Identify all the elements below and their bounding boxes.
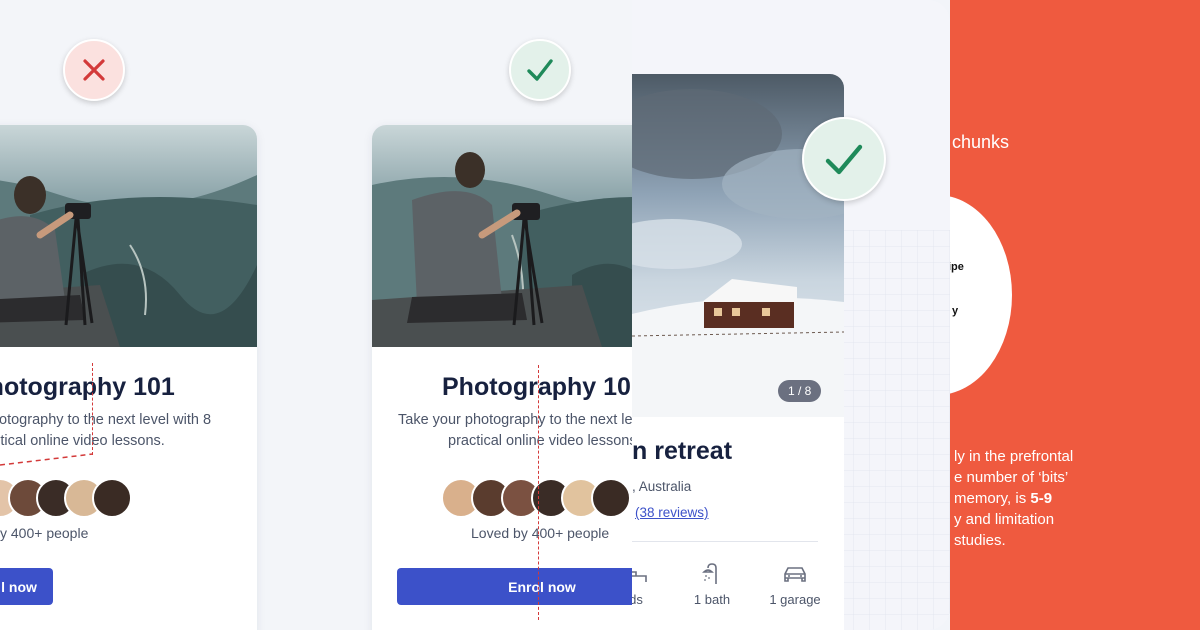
loved-by-text: Loved by 400+ people: [471, 525, 610, 541]
enrol-button[interactable]: l now: [0, 568, 53, 605]
comparison-panel: Photography 101 ur photography to the ne…: [0, 0, 632, 630]
amenity-label: 1 bath: [693, 592, 731, 607]
course-photo: [0, 125, 257, 347]
memory-highlight: 5-9: [1030, 490, 1053, 507]
listing-location: , Australia: [632, 479, 692, 494]
grid-background: [837, 230, 950, 630]
check-icon: [527, 59, 553, 81]
photo-counter: 1 / 8: [778, 380, 822, 402]
avatar: [92, 478, 132, 518]
amenity-garage: 1 garage: [762, 562, 828, 607]
listing-title: n retreat: [632, 437, 733, 465]
divider: [632, 541, 818, 542]
incorrect-badge: [63, 39, 125, 101]
avatar-group: [0, 478, 150, 518]
correct-badge: [802, 117, 886, 201]
amenity-label: 1 garage: [769, 592, 821, 607]
amenity-label: ds: [632, 592, 643, 607]
alignment-guide: [538, 365, 539, 620]
memory-text-line: ly in the prefrontal: [954, 448, 1074, 465]
course-description: Take your photography to the next level …: [372, 410, 632, 452]
avatar-group: [441, 478, 632, 518]
memory-text-line: y and limitation: [954, 511, 1055, 528]
shower-icon: [702, 563, 717, 584]
description-line: practical online video lessons.: [448, 433, 632, 449]
course-card-bad: Photography 101 ur photography to the ne…: [0, 125, 257, 630]
memory-info-panel: chunks ipe y ly in the prefrontal e numb…: [950, 0, 1200, 630]
bed-icon: [632, 571, 647, 582]
memory-text-line: studies.: [954, 532, 1006, 549]
alignment-guide: [0, 453, 94, 466]
course-photo: [372, 125, 632, 347]
reviews-link[interactable]: (38 reviews): [635, 505, 709, 520]
correct-badge: [509, 39, 571, 101]
heading: chunks: [952, 132, 1010, 152]
loved-by-text: y 400+ people: [0, 525, 89, 541]
memory-text: memory, is: [954, 490, 1031, 507]
amenity-beds: ds: [632, 562, 650, 607]
cross-icon: [83, 59, 105, 81]
description-line: ur photography to the next level with 8: [0, 412, 212, 428]
avatar: [591, 478, 631, 518]
course-card-good: Photography 101 Take your photography to…: [372, 125, 632, 630]
memory-text-line: e number of ‘bits’: [954, 469, 1069, 486]
check-icon: [825, 144, 863, 175]
enrol-button[interactable]: Enrol now: [397, 568, 632, 605]
chunk-diagram: ipe y: [950, 195, 1012, 395]
description-line: Take your photography to the next level …: [398, 412, 632, 428]
amenity-bath: 1 bath: [688, 562, 736, 607]
diagram-word: y: [952, 305, 959, 317]
diagram-word: ipe: [950, 261, 964, 273]
course-title: Photography 101: [0, 373, 175, 401]
car-icon: [784, 567, 806, 582]
listing-photo[interactable]: 1 / 8: [632, 74, 844, 417]
course-title: Photography 101: [442, 373, 632, 401]
memory-text-line: memory, is 5-9: [954, 488, 1052, 509]
